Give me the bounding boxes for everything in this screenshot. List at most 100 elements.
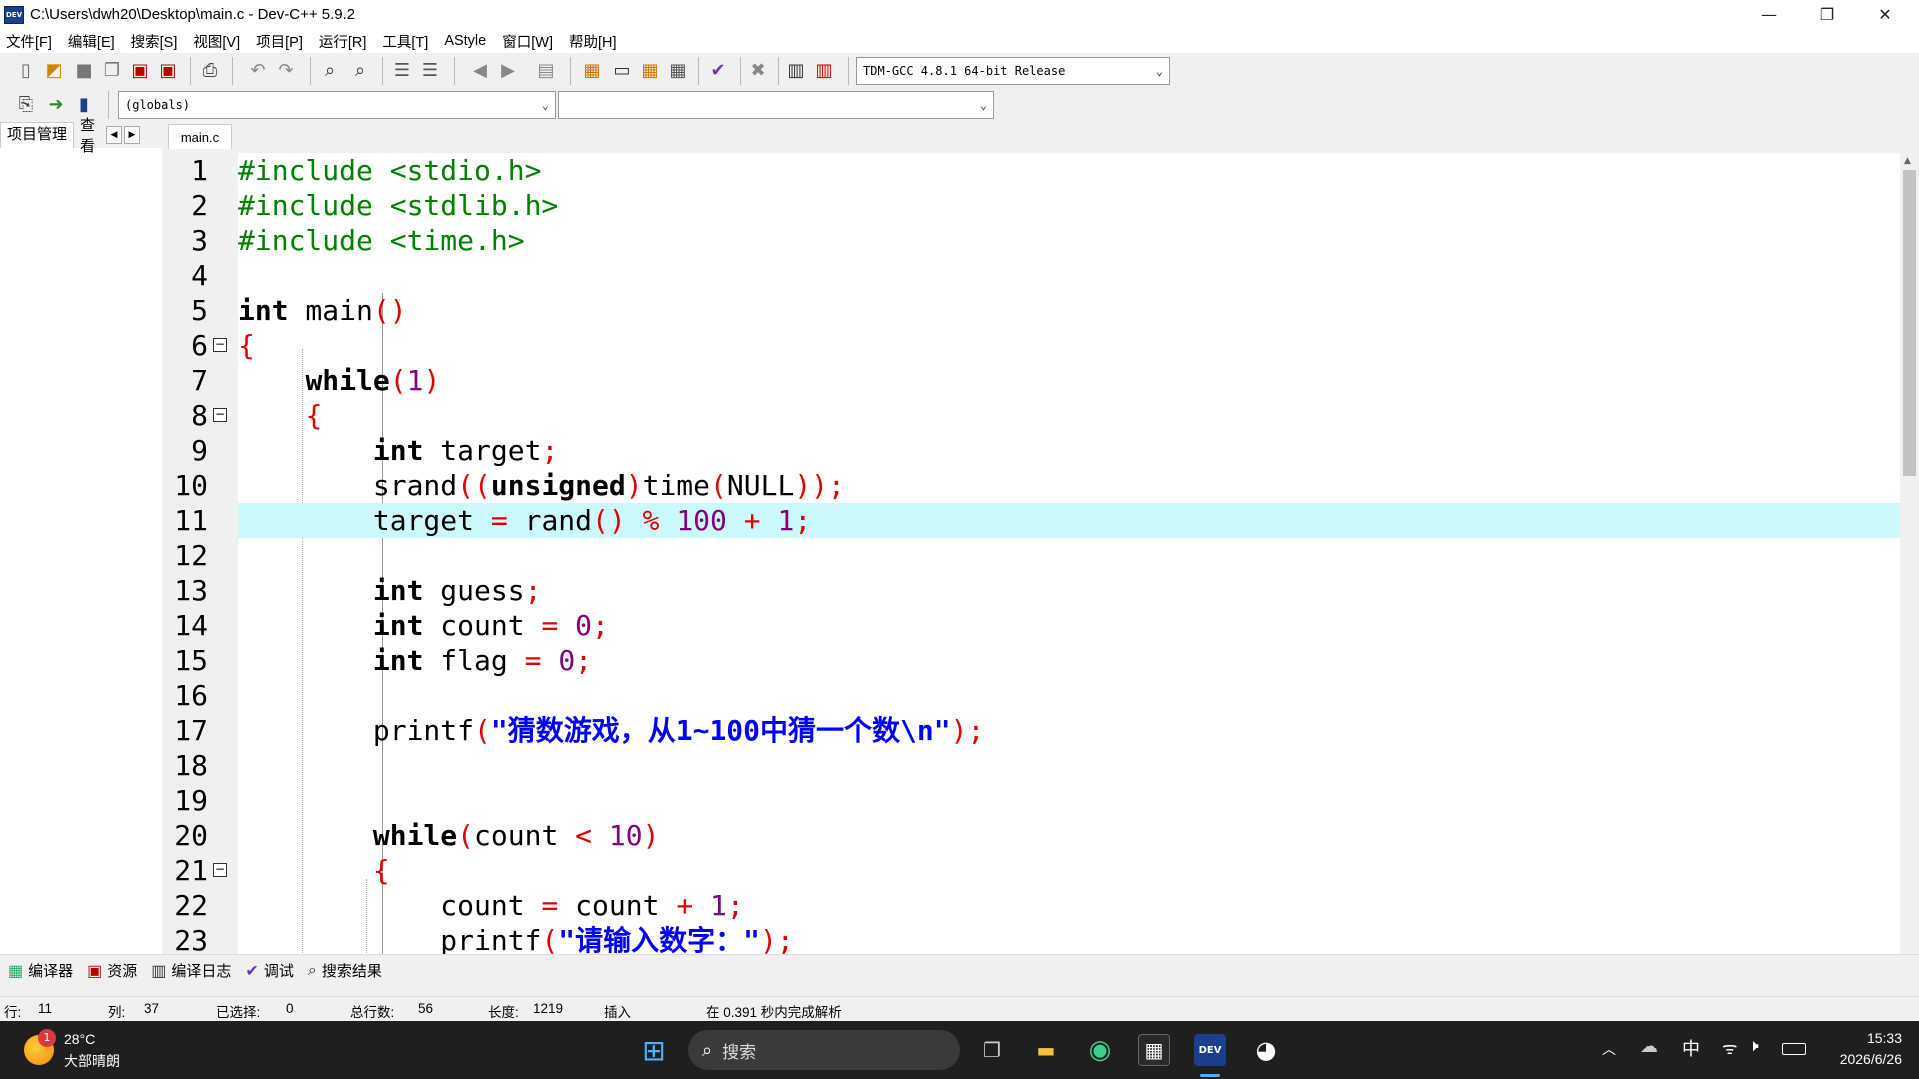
code-line: 7 while(1) — [191, 364, 441, 397]
indent-icon[interactable]: ☰ — [390, 59, 414, 83]
menu-search[interactable]: 搜索[S] — [131, 31, 178, 52]
code-line: 14 int count = 0; — [174, 609, 609, 642]
close-all-icon[interactable]: ▣ — [156, 59, 180, 83]
open-file-icon[interactable]: ◩ — [42, 59, 66, 83]
redo-icon[interactable]: ↷ — [274, 59, 298, 83]
menu-run[interactable]: 运行[R] — [319, 31, 367, 52]
tab-view[interactable]: 查看 — [74, 114, 104, 156]
scrollbar-thumb[interactable] — [1903, 170, 1916, 476]
weather-temp[interactable]: 28°C — [64, 1031, 95, 1047]
goto-forward-icon[interactable]: ▶ — [496, 59, 520, 83]
weather-desc[interactable]: 大部晴朗 — [64, 1051, 120, 1071]
compile-run-icon[interactable]: ▦ — [638, 59, 662, 83]
code-line: 19 — [174, 784, 208, 817]
tab-compile-log[interactable]: ▥ 编译日志 — [151, 960, 231, 981]
code-line: 5 int main() — [191, 294, 407, 327]
status-row-label: 行: — [4, 1005, 22, 1020]
tab-compiler[interactable]: ▦ 编译器 — [8, 960, 73, 981]
title-bar: DEV C:\Users\dwh20\Desktop\main.c - Dev-… — [0, 0, 1919, 29]
clock-date[interactable]: 2026/6/26 — [1812, 1051, 1902, 1067]
tray-overflow-icon[interactable]: ︿ — [1602, 1039, 1616, 1059]
wifi-icon[interactable]: ᯤ — [1722, 1036, 1738, 1059]
tab-main-c[interactable]: main.c — [168, 124, 232, 149]
menu-view[interactable]: 视图[V] — [193, 31, 240, 52]
menu-help[interactable]: 帮助[H] — [569, 31, 617, 52]
battery-icon[interactable] — [1782, 1043, 1806, 1055]
resources-icon: ▣ — [87, 962, 103, 980]
print-icon[interactable]: ⎙ — [198, 59, 222, 83]
tab-resources[interactable]: ▣ 资源 — [87, 960, 137, 981]
windows-start-icon[interactable]: ⊞ — [638, 1034, 670, 1067]
menu-file[interactable]: 文件[F] — [6, 31, 52, 52]
goto-icon[interactable]: ➜ — [44, 93, 68, 117]
run-icon[interactable]: ▭ — [610, 59, 634, 83]
edge-browser-icon[interactable]: ◉ — [1084, 1034, 1116, 1066]
rebuild-icon[interactable]: ▦ — [666, 59, 690, 83]
fold-collapse-icon[interactable]: − — [213, 408, 227, 422]
compiler-select[interactable]: TDM-GCC 4.8.1 64-bit Release ⌄ — [856, 57, 1170, 85]
onedrive-icon[interactable]: ☁ — [1640, 1036, 1658, 1057]
scroll-up-icon[interactable]: ▲ — [1904, 156, 1911, 166]
tab-search-results[interactable]: ⌕ 搜索结果 — [308, 960, 382, 981]
undo-icon[interactable]: ↶ — [246, 59, 270, 83]
compiler-icon: ▦ — [8, 962, 24, 980]
compile-icon[interactable]: ▦ — [580, 59, 604, 83]
ime-indicator[interactable]: 中 — [1682, 1035, 1700, 1061]
minimize-button[interactable]: — — [1740, 0, 1798, 29]
code-line: 18 — [174, 749, 208, 782]
menu-tools[interactable]: 工具[T] — [382, 31, 428, 52]
maximize-button[interactable]: ❐ — [1798, 0, 1856, 29]
compiler-select-value: TDM-GCC 4.8.1 64-bit Release — [863, 64, 1066, 78]
new-file-icon[interactable]: ▯ — [14, 59, 38, 83]
code-line: 9 int target; — [191, 434, 559, 467]
status-length-label: 长度: — [488, 1005, 519, 1020]
code-line-current: 11 target = rand() % 100 + 1; — [168, 503, 1900, 538]
save-all-icon[interactable]: ❐ — [100, 59, 124, 83]
taskbar-search-box[interactable]: ⌕ 搜索 — [688, 1030, 960, 1070]
status-col-label: 列: — [108, 1005, 126, 1020]
status-lines-label: 总行数: — [350, 1005, 395, 1020]
volume-muted-icon[interactable]: 🕨 — [1748, 1036, 1759, 1056]
scope-select[interactable]: (globals) ⌄ — [118, 91, 556, 119]
tab-label: 调试 — [263, 963, 294, 980]
active-app-indicator — [1200, 1074, 1220, 1077]
task-view-icon[interactable]: ❐ — [976, 1034, 1008, 1066]
goto-back-icon[interactable]: ◀ — [468, 59, 492, 83]
tab-debug[interactable]: ✔ 调试 — [245, 960, 293, 981]
tab-scroll-right-icon[interactable]: ▶ — [124, 126, 141, 144]
devcpp-app-icon: DEV — [4, 5, 24, 24]
find-icon[interactable]: ⌕ — [318, 59, 342, 83]
store-icon[interactable]: ▦ — [1138, 1034, 1170, 1066]
menu-astyle[interactable]: AStyle — [444, 33, 486, 49]
menu-edit[interactable]: 编辑[E] — [68, 31, 115, 52]
stop-icon[interactable]: ✖ — [746, 59, 770, 83]
delete-profile-icon[interactable]: ▥ — [812, 59, 836, 83]
profile-icon[interactable]: ▥ — [784, 59, 808, 83]
toggle-comment-icon[interactable]: ▤ — [534, 59, 558, 83]
qq-icon[interactable]: ◕ — [1250, 1034, 1282, 1066]
devcpp-taskbar-icon[interactable]: DEV — [1194, 1034, 1226, 1066]
status-col-value: 37 — [144, 1001, 160, 1016]
status-row-value: 11 — [38, 1001, 53, 1016]
tab-project[interactable]: 项目管理 — [0, 122, 75, 148]
replace-icon[interactable]: ⌕ — [348, 59, 372, 83]
code-line: 10 srand((unsigned)time(NULL)); — [174, 469, 845, 502]
fold-collapse-icon[interactable]: − — [213, 338, 227, 352]
tab-scroll-left-icon[interactable]: ◀ — [106, 126, 123, 144]
insert-icon[interactable]: ⎘ — [14, 93, 38, 117]
status-selected-value: 0 — [286, 1001, 294, 1016]
menu-window[interactable]: 窗口[W] — [502, 31, 553, 52]
clock-time[interactable]: 15:33 — [1822, 1030, 1902, 1046]
fold-collapse-icon[interactable]: − — [213, 863, 227, 877]
menu-project[interactable]: 项目[P] — [256, 31, 303, 52]
file-explorer-icon[interactable]: ▬ — [1030, 1034, 1062, 1066]
syntax-check-icon[interactable]: ✔ — [706, 59, 730, 83]
status-length-value: 1219 — [533, 1001, 564, 1016]
close-button[interactable]: ✕ — [1856, 0, 1914, 29]
member-select[interactable]: ⌄ — [558, 91, 994, 119]
close-file-icon[interactable]: ▣ — [128, 59, 152, 83]
save-icon[interactable]: ■ — [72, 59, 96, 83]
unindent-icon[interactable]: ☰ — [418, 59, 442, 83]
compile-log-icon: ▥ — [151, 962, 167, 980]
code-editor[interactable]: 1 #include <stdio.h> 2 #include <stdlib.h>… — [168, 153, 1900, 954]
